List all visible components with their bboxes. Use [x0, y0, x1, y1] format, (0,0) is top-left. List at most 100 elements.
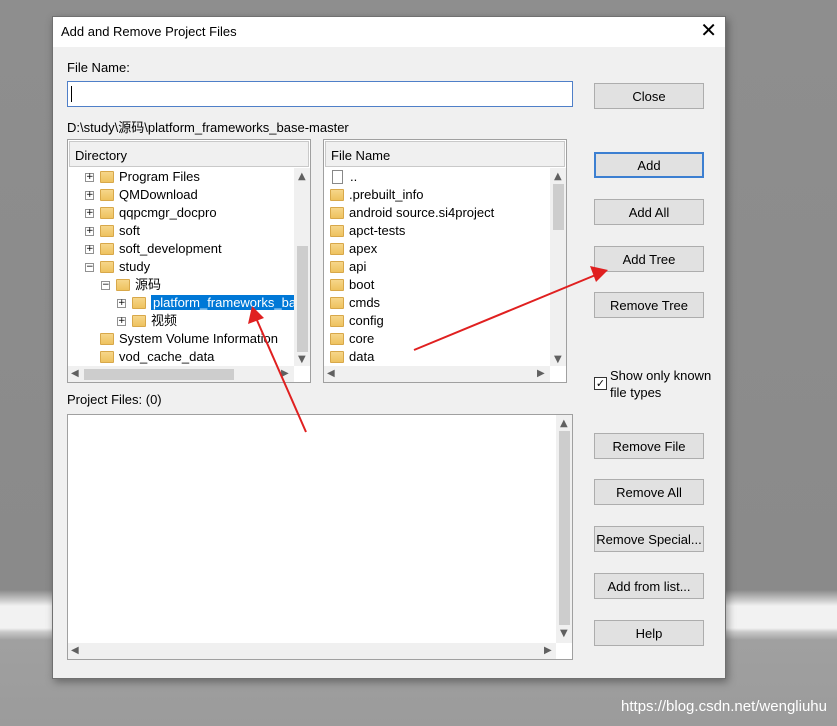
file-list-item[interactable]: cmds	[324, 294, 494, 312]
directory-item[interactable]: + platform_frameworks_ba	[68, 294, 299, 312]
directory-item[interactable]: − study	[68, 258, 298, 276]
help-button[interactable]: Help	[594, 620, 704, 646]
title-bar: Add and Remove Project Files ✕	[53, 17, 725, 47]
file-vertical-scrollbar[interactable]: ▲ ▼	[550, 168, 566, 366]
expand-icon[interactable]: +	[117, 299, 126, 308]
folder-icon	[100, 351, 114, 363]
add-from-list-button[interactable]: Add from list...	[594, 573, 704, 599]
expand-icon[interactable]: +	[85, 191, 94, 200]
file-item-label: ..	[350, 169, 358, 184]
scroll-down-icon[interactable]: ▼	[554, 354, 562, 366]
folder-icon	[100, 261, 114, 273]
scroll-left-icon[interactable]: ◀	[327, 368, 335, 380]
scroll-down-icon[interactable]: ▼	[560, 628, 568, 640]
expand-icon[interactable]: +	[85, 227, 94, 236]
file-item-label: .prebuilt_info	[349, 187, 424, 202]
remove-all-button[interactable]: Remove All	[594, 479, 704, 505]
directory-item[interactable]: System Volume Information	[68, 330, 298, 348]
directory-item-label: 源码	[135, 277, 162, 292]
file-item-label: android source.si4project	[349, 205, 495, 220]
expand-icon[interactable]: +	[85, 245, 94, 254]
remove-file-button[interactable]: Remove File	[594, 433, 704, 459]
remove-tree-button[interactable]: Remove Tree	[594, 292, 704, 318]
scroll-left-icon[interactable]: ◀	[71, 368, 79, 380]
directory-item[interactable]: + qqpcmgr_docpro	[68, 204, 298, 222]
directory-column-header[interactable]: Directory	[69, 141, 309, 167]
directory-item-label: platform_frameworks_ba	[151, 295, 299, 310]
file-vscroll-thumb[interactable]	[553, 184, 564, 230]
file-list-item[interactable]: .prebuilt_info	[324, 186, 494, 204]
folder-icon	[330, 279, 344, 291]
add-button[interactable]: Add	[594, 152, 704, 178]
directory-item[interactable]: vod_cache_data	[68, 348, 298, 366]
folder-icon	[330, 243, 344, 255]
directory-item[interactable]: + soft_development	[68, 240, 298, 258]
directory-item-label: qqpcmgr_docpro	[119, 205, 217, 220]
directory-item[interactable]: + QMDownload	[68, 186, 298, 204]
expand-icon[interactable]: +	[117, 317, 126, 326]
watermark: https://blog.csdn.net/wengliuhu	[621, 698, 827, 715]
project-files-list[interactable]: ▲ ▼ ◀ ▶	[67, 414, 573, 660]
file-name-column-header[interactable]: File Name	[325, 141, 565, 167]
directory-item[interactable]: + 视频	[68, 312, 298, 330]
file-list-item[interactable]: android source.si4project	[324, 204, 494, 222]
folder-icon	[330, 189, 344, 201]
file-list-panel[interactable]: File Name .. .prebuilt_infoandroid source…	[323, 139, 567, 383]
project-files-horizontal-scrollbar[interactable]: ◀ ▶	[68, 643, 556, 659]
directory-hscroll-thumb[interactable]	[84, 369, 234, 380]
scroll-right-icon[interactable]: ▶	[544, 645, 552, 657]
scroll-left-icon[interactable]: ◀	[71, 645, 79, 657]
file-list-item[interactable]: api	[324, 258, 494, 276]
expand-icon[interactable]: +	[85, 173, 94, 182]
directory-item[interactable]: − 源码	[68, 276, 298, 294]
file-name-input[interactable]	[67, 81, 573, 107]
file-list-item[interactable]: ..	[324, 168, 494, 186]
close-window-icon[interactable]: ✕	[700, 20, 717, 42]
directory-vertical-scrollbar[interactable]: ▲ ▼	[294, 168, 310, 366]
directory-tree-panel[interactable]: Directory + Program Files + QMDownload + qqpc…	[67, 139, 311, 383]
collapse-icon[interactable]: −	[101, 281, 110, 290]
add-tree-button[interactable]: Add Tree	[594, 246, 704, 272]
show-known-label-line1: Show only known	[610, 368, 712, 383]
close-button[interactable]: Close	[594, 83, 704, 109]
scroll-up-icon[interactable]: ▲	[560, 418, 568, 430]
file-item-label: cmds	[349, 295, 381, 310]
file-item-label: data	[349, 349, 375, 364]
expand-icon[interactable]: +	[85, 209, 94, 218]
document-icon	[332, 170, 343, 184]
folder-icon	[330, 207, 344, 219]
file-horizontal-scrollbar[interactable]: ◀ ▶	[324, 366, 550, 382]
scroll-up-icon[interactable]: ▲	[298, 171, 306, 183]
scroll-down-icon[interactable]: ▼	[298, 354, 306, 366]
scroll-up-icon[interactable]: ▲	[554, 171, 562, 183]
file-list-item[interactable]: core	[324, 330, 494, 348]
directory-item-label: 视频	[151, 313, 178, 328]
directory-item-label: System Volume Information	[119, 331, 278, 346]
current-path: D:\study\源码\platform_frameworks_base-mas…	[67, 120, 349, 135]
remove-special-button[interactable]: Remove Special...	[594, 526, 704, 552]
file-list-item[interactable]: data	[324, 348, 494, 366]
directory-item-label: soft	[119, 223, 140, 238]
directory-horizontal-scrollbar[interactable]: ◀ ▶	[68, 366, 294, 382]
directory-item[interactable]: + soft	[68, 222, 298, 240]
project-files-vertical-scrollbar[interactable]: ▲ ▼	[556, 415, 572, 643]
collapse-icon[interactable]: −	[85, 263, 94, 272]
scroll-right-icon[interactable]: ▶	[281, 368, 289, 380]
directory-item-label: QMDownload	[119, 187, 198, 202]
folder-icon	[100, 243, 114, 255]
add-all-button[interactable]: Add All	[594, 199, 704, 225]
file-list: .. .prebuilt_infoandroid source.si4projec…	[324, 168, 494, 366]
file-list-item[interactable]: apex	[324, 240, 494, 258]
show-known-types-checkbox[interactable]: ✓	[594, 377, 607, 390]
file-list-item[interactable]: boot	[324, 276, 494, 294]
directory-item-label: study	[119, 259, 151, 274]
show-known-label-line2: file types	[610, 385, 662, 400]
project-files-vscroll-thumb[interactable]	[559, 431, 570, 625]
folder-icon	[330, 351, 344, 363]
folder-icon	[100, 333, 114, 345]
file-list-item[interactable]: apct-tests	[324, 222, 494, 240]
scroll-right-icon[interactable]: ▶	[537, 368, 545, 380]
file-list-item[interactable]: config	[324, 312, 494, 330]
directory-item[interactable]: + Program Files	[68, 168, 298, 186]
directory-vscroll-thumb[interactable]	[297, 246, 308, 352]
